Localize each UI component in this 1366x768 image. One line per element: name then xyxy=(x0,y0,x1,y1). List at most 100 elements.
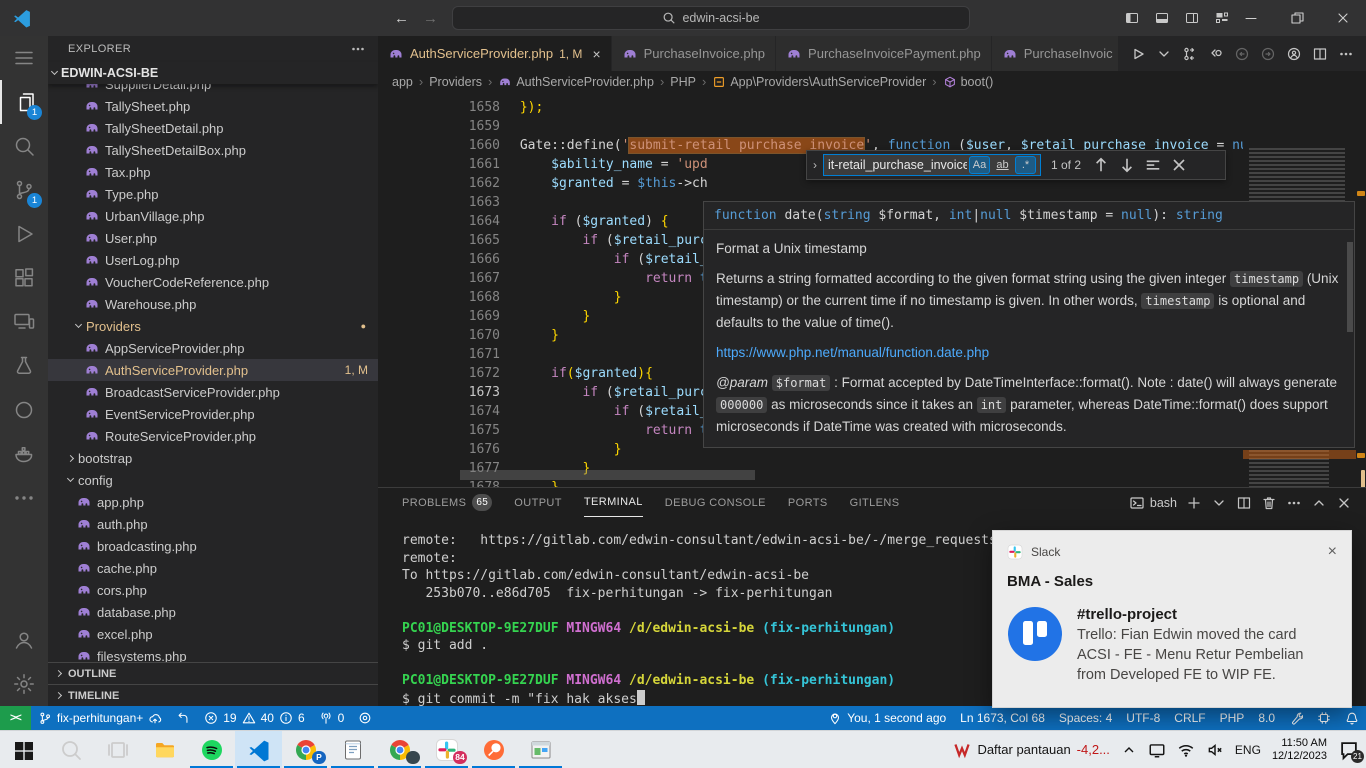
restore-button[interactable] xyxy=(1274,0,1320,36)
panel-tab-debug-console[interactable]: DEBUG CONSOLE xyxy=(665,488,766,517)
panel-tab-gitlens[interactable]: GITLENS xyxy=(850,488,900,517)
more-actions-button[interactable] xyxy=(1286,495,1302,511)
find-input[interactable]: it-retail_purchase_invoice Aa ab .* xyxy=(823,154,1041,176)
taskbar-file-explorer[interactable] xyxy=(141,731,188,768)
next-match-button[interactable] xyxy=(1117,155,1137,175)
tree-item-urbanvillage-php[interactable]: UrbanVillage.php xyxy=(48,205,378,227)
regex-toggle[interactable]: .* xyxy=(1015,156,1036,174)
status-problems[interactable]: 19406 xyxy=(197,706,311,730)
status-ports[interactable]: 0 xyxy=(312,706,352,730)
action-center-button[interactable]: 21 xyxy=(1338,739,1360,761)
status-intelephense[interactable] xyxy=(1310,706,1338,730)
taskbar-slack[interactable]: 84 xyxy=(423,731,470,768)
find-in-selection-button[interactable] xyxy=(1143,155,1163,175)
slack-notification-toast[interactable]: Slack × BMA - Sales #trello-project Trel… xyxy=(992,530,1352,708)
tree-item-tallysheetdetailbox-php[interactable]: TallySheetDetailBox.php xyxy=(48,139,378,161)
compare-changes-button[interactable] xyxy=(1182,46,1198,62)
tree-item-routeserviceprovider-php[interactable]: RouteServiceProvider.php xyxy=(48,425,378,447)
tree-item-cache-php[interactable]: cache.php xyxy=(48,557,378,579)
maximize-panel-button[interactable] xyxy=(1311,495,1327,511)
close-button[interactable] xyxy=(1320,0,1366,36)
tree-item-database-php[interactable]: database.php xyxy=(48,601,378,623)
activity-remote-explorer[interactable] xyxy=(0,300,48,344)
activity-menu[interactable] xyxy=(0,36,48,80)
taskbar-search[interactable] xyxy=(47,731,94,768)
code-editor[interactable]: 1658165916601661166216631664166516661667… xyxy=(378,92,1366,487)
breadcrumb-item[interactable]: AuthServiceProvider.php xyxy=(516,75,654,89)
terminal-dropdown-button[interactable] xyxy=(1211,495,1227,511)
panel-tab-ports[interactable]: PORTS xyxy=(788,488,828,517)
breadcrumb-item[interactable]: PHP xyxy=(670,75,696,89)
tree-item-warehouse-php[interactable]: Warehouse.php xyxy=(48,293,378,315)
run-dropdown-button[interactable] xyxy=(1156,46,1172,62)
tree-item-tallysheet-php[interactable]: TallySheet.php xyxy=(48,95,378,117)
tree-item-supplierdetail-php[interactable]: SupplierDetail.php xyxy=(48,84,378,95)
activity-manage[interactable] xyxy=(0,662,48,706)
taskbar-start[interactable] xyxy=(0,731,47,768)
breadcrumb-item[interactable]: App\Providers\AuthServiceProvider xyxy=(730,75,926,89)
toggle-panel-button[interactable] xyxy=(1154,10,1170,26)
tree-item-filesystems-php[interactable]: filesystems.php xyxy=(48,645,378,662)
status-php-version[interactable]: 8.0 xyxy=(1251,706,1282,730)
breadcrumb-item[interactable]: boot() xyxy=(961,75,994,89)
tooltip-scrollbar[interactable] xyxy=(1347,242,1353,332)
taskbar-chrome[interactable] xyxy=(376,731,423,768)
timeline-section[interactable]: TIMELINE xyxy=(48,684,378,706)
nav-forward-button[interactable]: → xyxy=(423,10,438,27)
taskbar-task-view[interactable] xyxy=(94,731,141,768)
wifi-icon[interactable] xyxy=(1177,741,1195,759)
breadcrumb-item[interactable]: app xyxy=(392,75,413,89)
activity-explorer[interactable]: 1 xyxy=(0,80,48,124)
watchlist-ticker[interactable]: Daftar pantauan -4,2... xyxy=(953,741,1109,759)
tab-close-button[interactable]: × xyxy=(592,46,600,62)
clock[interactable]: 11:50 AM 12/12/2023 xyxy=(1272,737,1327,763)
tree-item-broadcastserviceprovider-php[interactable]: BroadcastServiceProvider.php xyxy=(48,381,378,403)
close-find-button[interactable] xyxy=(1169,155,1189,175)
tree-item-broadcasting-php[interactable]: broadcasting.php xyxy=(48,535,378,557)
activity-extensions[interactable] xyxy=(0,256,48,300)
horizontal-scrollbar[interactable] xyxy=(460,470,755,480)
status-gitlens-mode[interactable] xyxy=(351,706,379,730)
volume-muted-icon[interactable] xyxy=(1206,741,1224,759)
input-language[interactable]: ENG xyxy=(1235,743,1261,757)
status-gitlens-compare[interactable] xyxy=(169,706,197,730)
command-center-search[interactable]: edwin-acsi-be xyxy=(452,6,970,30)
tree-item-type-php[interactable]: Type.php xyxy=(48,183,378,205)
split-terminal-button[interactable] xyxy=(1236,495,1252,511)
next-change-button[interactable] xyxy=(1260,46,1276,62)
tablet-mode-icon[interactable] xyxy=(1148,741,1166,759)
activity-run-and-debug[interactable] xyxy=(0,212,48,256)
tree-item-user-php[interactable]: User.php xyxy=(48,227,378,249)
tab-purchaseinvoice-php[interactable]: PurchaseInvoice.php xyxy=(612,36,776,71)
tree-item-tax-php[interactable]: Tax.php xyxy=(48,161,378,183)
status-cursor-position[interactable]: Ln 1673, Col 68 xyxy=(953,706,1052,730)
activity-search[interactable] xyxy=(0,124,48,168)
outline-section[interactable]: OUTLINE xyxy=(48,662,378,684)
new-terminal-button[interactable] xyxy=(1186,495,1202,511)
tree-item-vouchercodereference-php[interactable]: VoucherCodeReference.php xyxy=(48,271,378,293)
tree-item-userlog-php[interactable]: UserLog.php xyxy=(48,249,378,271)
toggle-primary-sidebar-button[interactable] xyxy=(1124,10,1140,26)
status-language-mode[interactable]: PHP xyxy=(1213,706,1252,730)
toggle-replace-icon[interactable]: › xyxy=(813,158,817,172)
previous-match-button[interactable] xyxy=(1091,155,1111,175)
run-button[interactable] xyxy=(1130,46,1146,62)
match-case-toggle[interactable]: Aa xyxy=(969,156,990,174)
status-blame-annotation[interactable]: You, 1 second ago xyxy=(821,706,953,730)
more-actions-button[interactable] xyxy=(1338,46,1354,62)
status-git-branch[interactable]: fix-perhitungan+ xyxy=(31,706,169,730)
activity-testing[interactable] xyxy=(0,344,48,388)
tree-item-tallysheetdetail-php[interactable]: TallySheetDetail.php xyxy=(48,117,378,139)
taskbar-spotify[interactable] xyxy=(188,731,235,768)
tree-item-cors-php[interactable]: cors.php xyxy=(48,579,378,601)
panel-tab-problems[interactable]: PROBLEMS65 xyxy=(402,488,492,517)
tab-purchaseinvoic[interactable]: PurchaseInvoic xyxy=(992,36,1124,71)
close-panel-button[interactable] xyxy=(1336,495,1352,511)
tree-item-config[interactable]: config xyxy=(48,469,378,491)
taskbar-vscode[interactable] xyxy=(235,731,282,768)
tree-root-folder[interactable]: EDWIN-ACSI-BE xyxy=(48,62,378,84)
nav-back-button[interactable]: ← xyxy=(394,10,409,27)
tree-item-app-php[interactable]: app.php xyxy=(48,491,378,513)
taskbar-chrome-profile[interactable]: P xyxy=(282,731,329,768)
status-tools[interactable] xyxy=(1282,706,1310,730)
